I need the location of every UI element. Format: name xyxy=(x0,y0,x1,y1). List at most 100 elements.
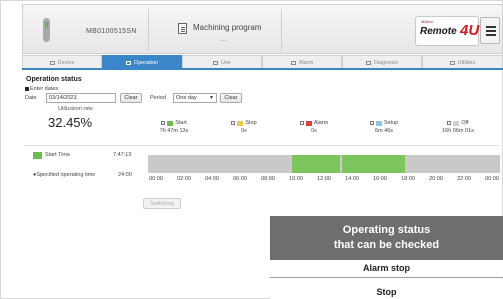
timeline-tick-label: 20:00 xyxy=(429,176,443,182)
legend-alarm[interactable]: Alarm 0s xyxy=(286,120,342,148)
legend-swatch xyxy=(167,120,174,126)
legend-value: 0s xyxy=(311,128,317,134)
timeline-tick-label: 22:00 xyxy=(457,176,471,182)
checkbox[interactable] xyxy=(161,121,166,125)
tab-diagnosis[interactable]: Diagnosis xyxy=(342,55,422,69)
page-title: Operation status xyxy=(26,76,82,83)
timeline-tick-label: 02:00 xyxy=(177,176,191,182)
period-label: Period xyxy=(150,95,166,101)
caption-row-stop: Stop xyxy=(270,279,503,299)
document-icon xyxy=(365,60,371,65)
operation-timeline xyxy=(148,155,500,173)
legend-label: Alarm xyxy=(313,120,329,126)
tab-alarm[interactable]: Alarm xyxy=(262,55,342,69)
specified-operating-time-value: 24:00 xyxy=(118,172,132,178)
checkbox[interactable] xyxy=(299,121,304,125)
start-time-label: Start Time xyxy=(45,152,71,158)
legend-setup[interactable]: Setup 6m 46s xyxy=(356,120,412,148)
clear-period-button[interactable]: Clear xyxy=(220,93,242,103)
period-select[interactable]: One day ▼ xyxy=(173,93,217,103)
chart-icon xyxy=(125,60,131,65)
start-swatch xyxy=(33,152,42,159)
switching-button[interactable]: Switching xyxy=(143,198,181,209)
timeline-tick-label: 08:00 xyxy=(261,176,275,182)
legend-label: Stop xyxy=(245,120,257,126)
machining-program-value: --- xyxy=(220,38,226,44)
timeline-tick-label: 18:00 xyxy=(401,176,415,182)
utilization-label: Utilization rate xyxy=(58,106,93,112)
checkbox[interactable] xyxy=(369,121,374,125)
tab-label: Diagnosis xyxy=(373,59,399,66)
program-document-icon xyxy=(178,23,187,34)
tab-label: Operation xyxy=(133,59,159,66)
header-divider xyxy=(281,9,282,51)
enter-dates-label: Enter dates xyxy=(24,86,59,92)
tab-device[interactable]: Device xyxy=(22,55,102,69)
legend-swatch xyxy=(453,120,460,126)
header-divider xyxy=(148,9,149,51)
menu-icon-bar xyxy=(486,30,496,32)
hamburger-menu-button[interactable] xyxy=(480,17,500,44)
timeline-tick-label: 12:00 xyxy=(317,176,331,182)
menu-icon-bar xyxy=(486,34,496,36)
timeline-tick-label: 16:00 xyxy=(373,176,387,182)
caption-row-alarm-stop: Alarm stop xyxy=(270,260,503,278)
date-input[interactable] xyxy=(46,93,116,103)
caption-header: Operating status that can be checked xyxy=(270,216,503,260)
device-serial: MB0100515SN xyxy=(86,28,137,35)
specified-operating-time-label: ●Specified operating time xyxy=(33,172,96,178)
caption-line-2: that can be checked xyxy=(333,239,440,251)
clear-date-button[interactable]: Clear xyxy=(120,93,142,103)
legend-swatch xyxy=(375,120,382,126)
legend-stop[interactable]: Stop 0s xyxy=(216,120,272,148)
tab-label: Alarm xyxy=(298,59,314,66)
checkbox[interactable] xyxy=(231,121,236,125)
timeline-run-segment xyxy=(291,155,341,173)
divider xyxy=(24,145,500,146)
timeline-tick-label: 06:00 xyxy=(233,176,247,182)
tab-bar: Device Operation Use Alarm Diagnosis Uti… xyxy=(22,55,503,69)
legend-value: 7h 47m 13s xyxy=(159,128,189,134)
machining-program-label[interactable]: Machining program xyxy=(193,23,261,32)
timeline-tick-label: 10:00 xyxy=(289,176,303,182)
utilization-value: 32.45% xyxy=(48,115,93,130)
legend-label: Off xyxy=(461,120,469,126)
tab-utilities[interactable]: Utilities xyxy=(422,55,503,69)
tab-label: Utilities xyxy=(457,59,476,66)
timeline-tick-label: 00:00 xyxy=(485,176,499,182)
period-select-value: One day xyxy=(176,95,197,101)
legend-swatch xyxy=(305,120,312,126)
tab-underline xyxy=(22,68,503,70)
legend-value: 6m 46s xyxy=(374,128,394,134)
warning-icon xyxy=(290,60,296,65)
legend-off[interactable]: Off 16h 06m 01s xyxy=(430,120,486,148)
legend-swatch xyxy=(237,120,244,126)
chevron-down-icon: ▼ xyxy=(209,95,214,101)
logo-remote-text: Remote xyxy=(420,26,457,37)
timeline-tick-label: 04:00 xyxy=(205,176,219,182)
tab-label: Use xyxy=(221,59,231,66)
logo-brand-text: 4Dmm xyxy=(421,19,433,24)
lock-icon xyxy=(213,60,219,65)
timeline-run-segment xyxy=(341,155,405,173)
legend-label: Setup xyxy=(383,120,399,126)
tab-operation[interactable]: Operation xyxy=(102,55,182,69)
legend-value: 0s xyxy=(241,128,247,134)
legend-value: 16h 06m 01s xyxy=(442,128,474,134)
tab-label: Device xyxy=(57,59,75,66)
checkbox[interactable] xyxy=(447,121,452,125)
menu-icon xyxy=(486,26,496,28)
start-time-value: 7:47:13 xyxy=(113,152,132,158)
app-header: MB0100515SN Machining program --- 4Dmm R… xyxy=(22,4,503,54)
tab-use[interactable]: Use xyxy=(182,55,262,69)
legend-label: Start xyxy=(175,120,187,126)
timeline-tick-label: 00:00 xyxy=(149,176,163,182)
logo-4u-text: 4U xyxy=(460,22,480,39)
gear-icon xyxy=(449,60,455,65)
timeline-tick-label: 14:00 xyxy=(345,176,359,182)
date-label: Date xyxy=(25,95,37,101)
list-icon xyxy=(49,60,55,65)
caption-line-1: Operating status xyxy=(342,224,431,236)
legend-start[interactable]: Start 7h 47m 13s xyxy=(146,120,202,148)
remote4u-logo: 4Dmm Remote 4U xyxy=(415,16,479,46)
